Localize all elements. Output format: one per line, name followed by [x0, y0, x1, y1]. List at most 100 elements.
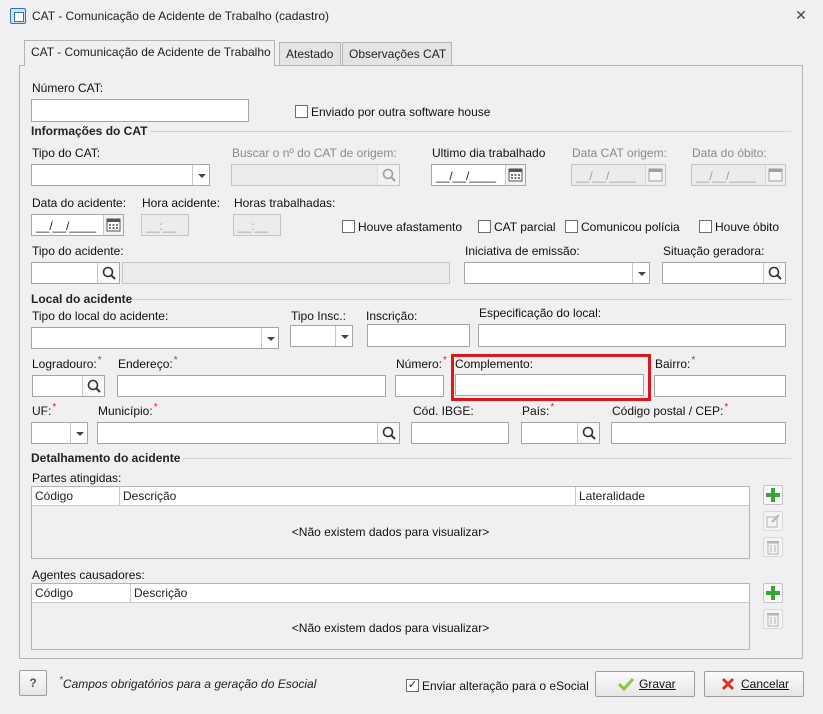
especificacao-local-input[interactable]	[478, 324, 786, 347]
search-icon[interactable]	[82, 376, 104, 396]
tipo-local-select[interactable]	[31, 327, 279, 349]
section-informacoes: Informações do CAT	[31, 124, 148, 138]
inscricao-input[interactable]	[367, 324, 470, 347]
enviar-esocial-checkbox[interactable]: Enviar alteração para o eSocial	[406, 678, 589, 693]
cod-ibge-label: Cód. IBGE:	[413, 404, 474, 418]
numero-input[interactable]	[395, 375, 444, 397]
grid-header: Código Descrição	[32, 584, 749, 603]
chevron-down-icon[interactable]	[261, 328, 278, 348]
municipio-input[interactable]	[97, 422, 400, 444]
tipo-insc-select[interactable]	[290, 325, 353, 347]
date-mask: __/__/____	[36, 219, 97, 233]
endereco-input[interactable]	[117, 375, 386, 397]
cancel-button[interactable]: Cancelar	[704, 671, 804, 697]
column-codigo[interactable]: Código	[32, 584, 131, 603]
ultimo-dia-label: Ultimo dia trabalhado	[432, 146, 546, 160]
situacao-geradora-input[interactable]	[662, 262, 786, 284]
edit-parte-button[interactable]	[763, 511, 783, 531]
iniciativa-emissao-select[interactable]	[464, 262, 650, 284]
data-cat-origem-label: Data CAT origem:	[572, 146, 667, 160]
separator	[131, 299, 791, 300]
column-descricao[interactable]: Descrição	[131, 584, 749, 603]
checkbox-box	[406, 679, 419, 693]
empty-message: <Não existem dados para visualizar>	[291, 525, 490, 539]
empty-message: <Não existem dados para visualizar>	[291, 621, 490, 635]
required-mark: *	[52, 402, 57, 413]
chevron-down-icon[interactable]	[192, 165, 209, 185]
tipo-cat-label: Tipo do CAT:	[32, 146, 101, 160]
add-parte-button[interactable]	[763, 485, 783, 505]
search-icon[interactable]	[763, 263, 785, 283]
cancel-label: Cancelar	[741, 677, 790, 691]
houve-obito-checkbox[interactable]: Houve óbito	[699, 219, 779, 234]
pais-input[interactable]	[521, 422, 600, 444]
tab-cat[interactable]: CAT - Comunicação de Acidente de Trabalh…	[24, 40, 275, 66]
tipo-acidente-code-input[interactable]	[31, 262, 120, 284]
horas-trabalhadas-label: Horas trabalhadas:	[234, 196, 336, 210]
column-descricao[interactable]: Descrição	[120, 487, 576, 506]
cep-input[interactable]	[611, 422, 786, 444]
bairro-input[interactable]	[654, 375, 786, 397]
chevron-down-icon[interactable]	[632, 263, 649, 283]
horas-trabalhadas-input[interactable]: __:__	[233, 214, 281, 236]
save-button[interactable]: Gravar	[595, 671, 695, 697]
complemento-label: Complemento:	[455, 357, 534, 371]
save-label: Gravar	[639, 677, 676, 691]
uf-label: UF:*	[32, 402, 57, 418]
cep-label-text: Código postal / CEP:	[612, 404, 724, 418]
required-note: *Campos obrigatórios para a geração do E…	[58, 675, 316, 691]
tipo-acidente-label: Tipo do acidente:	[32, 244, 124, 258]
time-mask: __:__	[238, 219, 269, 233]
ultimo-dia-input[interactable]: __/__/____	[431, 164, 526, 186]
municipio-label-text: Município:	[98, 404, 153, 418]
required-mark: *	[550, 402, 555, 413]
checkbox-box	[478, 220, 491, 234]
help-button[interactable]: ?	[19, 670, 47, 696]
partes-atingidas-grid[interactable]: Código Descrição Lateralidade <Não exist…	[31, 486, 750, 559]
separator	[183, 458, 791, 459]
logradouro-input[interactable]	[32, 375, 105, 397]
tab-observacoes[interactable]: Observações CAT	[342, 42, 452, 66]
buscar-cat-origem-label: Buscar o nº do CAT de origem:	[232, 146, 397, 160]
column-lateralidade[interactable]: Lateralidade	[576, 487, 749, 506]
search-icon[interactable]	[377, 423, 399, 443]
comunicou-policia-checkbox[interactable]: Comunicou polícia	[565, 219, 680, 234]
section-local: Local do acidente	[31, 292, 133, 306]
complemento-input[interactable]	[455, 374, 644, 396]
tab-atestado[interactable]: Atestado	[279, 42, 341, 66]
bairro-label: Bairro:*	[655, 355, 695, 371]
hora-acidente-input[interactable]: __:__	[141, 214, 189, 236]
date-mask: __/__/____	[436, 169, 497, 183]
tipo-acidente-description	[122, 262, 450, 284]
search-icon[interactable]	[97, 263, 119, 283]
app-icon	[10, 8, 26, 24]
required-mark: *	[97, 355, 102, 366]
chevron-down-icon[interactable]	[335, 326, 352, 346]
add-agente-button[interactable]	[763, 583, 783, 603]
cod-ibge-input[interactable]	[411, 422, 509, 444]
tipo-cat-select[interactable]	[31, 164, 210, 186]
calendar-icon[interactable]	[505, 165, 525, 185]
data-acidente-input[interactable]: __/__/____	[31, 214, 124, 236]
delete-agente-button[interactable]	[763, 609, 783, 629]
enviado-software-house-label: Enviado por outra software house	[311, 104, 491, 119]
houve-afastamento-checkbox[interactable]: Houve afastamento	[342, 219, 462, 234]
enviado-software-house-checkbox[interactable]: Enviado por outra software house	[295, 104, 490, 119]
chevron-down-icon[interactable]	[70, 423, 87, 443]
calendar-icon	[765, 165, 785, 185]
houve-afastamento-label: Houve afastamento	[358, 219, 463, 234]
numero-cat-input[interactable]	[31, 99, 249, 122]
agentes-causadores-grid[interactable]: Código Descrição <Não existem dados para…	[31, 583, 750, 650]
cat-parcial-checkbox[interactable]: CAT parcial	[478, 219, 556, 234]
data-cat-origem-input: __/__/____	[571, 164, 666, 186]
column-codigo[interactable]: Código	[32, 487, 120, 506]
uf-select[interactable]	[31, 422, 88, 444]
delete-parte-button[interactable]	[763, 537, 783, 557]
logradouro-label-text: Logradouro:	[32, 357, 97, 371]
calendar-icon[interactable]	[103, 215, 123, 235]
close-icon[interactable]: ✕	[793, 7, 809, 23]
search-icon[interactable]	[577, 423, 599, 443]
data-obito-input: __/__/____	[691, 164, 786, 186]
check-icon	[618, 677, 634, 691]
separator	[150, 131, 791, 132]
